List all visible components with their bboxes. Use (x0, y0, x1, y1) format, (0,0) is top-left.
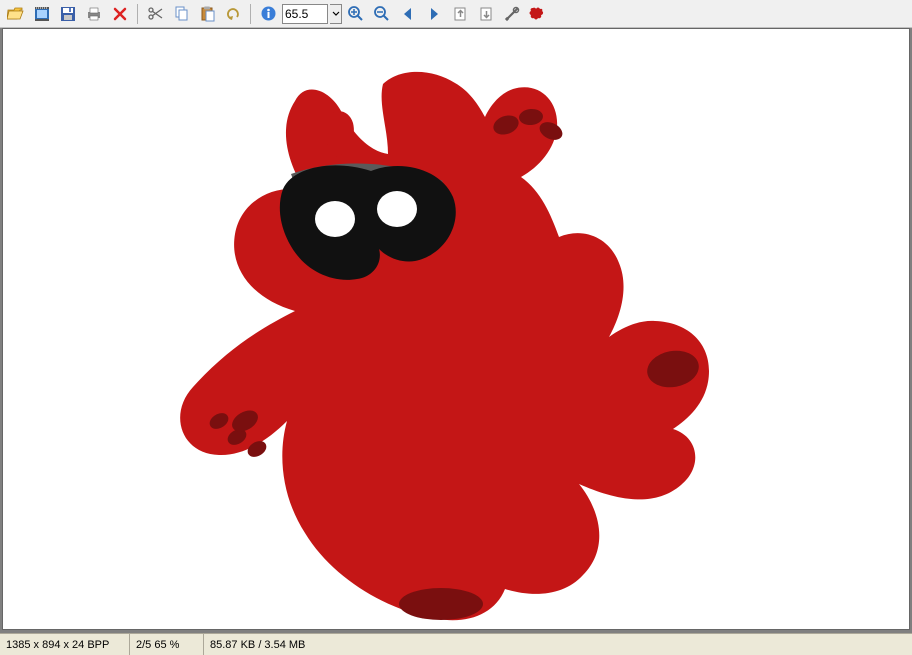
status-bar: 1385 x 894 x 24 BPP 2/5 65 % 85.87 KB / … (0, 633, 912, 655)
status-index-zoom: 2/5 65 % (130, 634, 204, 655)
cut-button[interactable] (143, 2, 167, 26)
separator (250, 4, 251, 24)
image-canvas[interactable] (2, 28, 910, 630)
move-down-button[interactable] (474, 2, 498, 26)
x-icon (112, 6, 128, 22)
settings-button[interactable] (500, 2, 524, 26)
status-dimensions: 1385 x 894 x 24 BPP (0, 634, 130, 655)
zoom-input[interactable] (282, 4, 328, 24)
doc-down-icon (478, 5, 495, 22)
film-icon (33, 5, 51, 23)
move-up-button[interactable] (448, 2, 472, 26)
printer-icon (85, 5, 103, 23)
zoom-out-button[interactable] (370, 2, 394, 26)
tools-icon (504, 5, 521, 22)
main-toolbar (0, 0, 912, 28)
zoom-dropdown[interactable] (330, 4, 342, 24)
copy-icon (173, 5, 190, 22)
zoom-in-icon (347, 5, 365, 23)
separator (137, 4, 138, 24)
undo-button[interactable] (221, 2, 245, 26)
paste-button[interactable] (195, 2, 219, 26)
chevron-down-icon (332, 10, 340, 18)
copy-button[interactable] (169, 2, 193, 26)
info-button[interactable] (256, 2, 280, 26)
arrow-left-icon (399, 5, 417, 23)
zoom-out-icon (373, 5, 391, 23)
info-icon (260, 5, 277, 22)
doc-up-icon (452, 5, 469, 22)
folder-open-icon (7, 5, 25, 23)
canvas-area (0, 28, 912, 633)
mascot-image (133, 59, 733, 630)
clipboard-icon (199, 5, 216, 22)
scissors-icon (147, 5, 164, 22)
print-button[interactable] (82, 2, 106, 26)
open-button[interactable] (4, 2, 28, 26)
slideshow-button[interactable] (30, 2, 54, 26)
next-button[interactable] (422, 2, 446, 26)
prev-button[interactable] (396, 2, 420, 26)
mascot-button[interactable] (526, 2, 550, 26)
zoom-in-button[interactable] (344, 2, 368, 26)
undo-icon (225, 5, 242, 22)
mascot-icon (529, 5, 547, 23)
status-sizes: 85.87 KB / 3.54 MB (204, 634, 364, 655)
app-window: 1385 x 894 x 24 BPP 2/5 65 % 85.87 KB / … (0, 0, 912, 655)
arrow-right-icon (425, 5, 443, 23)
save-button[interactable] (56, 2, 80, 26)
delete-button[interactable] (108, 2, 132, 26)
floppy-icon (59, 5, 77, 23)
